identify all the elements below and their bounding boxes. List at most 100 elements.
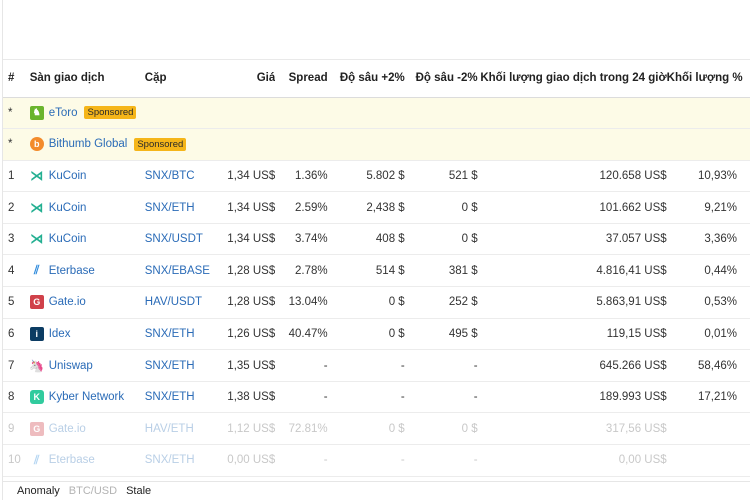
pair-link[interactable]: HAV/ETH — [145, 423, 194, 435]
exchange-cell: K Kyber Network — [29, 381, 145, 413]
row-rank: 10 — [8, 454, 21, 467]
depth-plus-cell: - — [400, 359, 405, 372]
header-volume-24h[interactable]: Khối lượng giao dịch trong 24 giờ — [478, 60, 666, 97]
depth-minus-cell: - — [473, 391, 478, 404]
pair-cell: SNX/ETH — [145, 350, 217, 382]
volume-pct-cell: 58,46% — [697, 359, 737, 372]
volume-cell: 645.266 US$ — [599, 359, 667, 372]
spread-cell: 2.78% — [295, 264, 328, 277]
pair-link[interactable]: SNX/ETH — [145, 454, 195, 466]
spread-cell: - — [323, 454, 328, 467]
price-cell: 1,12 US$ — [227, 422, 276, 435]
spread-cell: - — [323, 391, 328, 404]
pair-cell: HAV/ETH — [145, 413, 217, 445]
header-pair[interactable]: Cặp — [145, 60, 217, 97]
price-cell: 1,28 US$ — [227, 264, 276, 277]
depth-plus-cell: - — [400, 454, 405, 467]
volume-pct-cell: 9,21% — [704, 201, 737, 214]
exchange-link[interactable]: KuCoin — [49, 170, 87, 182]
table-row[interactable]: 8 K Kyber Network SNX/ETH 1,38 US$ - - - … — [3, 381, 750, 413]
exchange-link[interactable]: Gate.io — [49, 296, 86, 308]
exchange-link[interactable]: Gate.io — [49, 423, 86, 435]
exchange-cell: b Bithumb Global Sponsored — [29, 137, 750, 152]
price-cell: 1,34 US$ — [227, 169, 276, 182]
depth-minus-cell: 252 $ — [448, 296, 478, 309]
markets-table: # Sàn giao dịch Cặp Giá Spread Độ sâu +2… — [3, 60, 750, 477]
exchange-link[interactable]: Uniswap — [49, 360, 93, 372]
table-row[interactable]: 3 ⋊ KuCoin SNX/USDT 1,34 US$ 3.74% 408 $ … — [3, 223, 750, 255]
table-row-stale[interactable]: 9 G Gate.io HAV/ETH 1,12 US$ 72.81% 0 $ 0… — [3, 413, 750, 445]
exchange-link[interactable]: Eterbase — [49, 454, 95, 466]
pair-cell: SNX/ETH — [145, 318, 217, 350]
volume-cell: 120.658 US$ — [599, 169, 667, 182]
pair-link[interactable]: SNX/ETH — [145, 360, 195, 372]
header-depth-plus[interactable]: Độ sâu +2% — [328, 60, 405, 97]
table-row[interactable]: 5 G Gate.io HAV/USDT 1,28 US$ 13.04% 0 $ … — [3, 287, 750, 319]
pair-cell: SNX/BTC — [145, 160, 217, 192]
spread-cell: 13.04% — [288, 296, 328, 309]
spread-cell: 3.74% — [295, 233, 328, 246]
table-row-stale[interactable]: 10 ⫽ Eterbase SNX/ETH 0,00 US$ - - - 0,00… — [3, 445, 750, 477]
depth-minus-cell: - — [473, 454, 478, 467]
pair-link[interactable]: SNX/ETH — [145, 202, 195, 214]
pair-link[interactable]: SNX/BTC — [145, 170, 195, 182]
depth-plus-cell: - — [400, 391, 405, 404]
pair-link[interactable]: SNX/EBASE — [145, 265, 210, 277]
volume-pct-cell: 0,44% — [704, 264, 737, 277]
exchange-cell: ⫽ Eterbase — [30, 255, 145, 287]
sponsored-row[interactable]: * b Bithumb Global Sponsored — [3, 128, 750, 161]
header-depth-minus[interactable]: Độ sâu -2% — [405, 60, 478, 97]
header-spread[interactable]: Spread — [275, 60, 328, 97]
legend-stale[interactable]: Stale — [126, 485, 151, 497]
exchange-cell: ⫽ Eterbase — [30, 445, 145, 477]
table-row[interactable]: 1 ⋊ KuCoin SNX/BTC 1,34 US$ 1.36% 5.802 $… — [3, 160, 750, 192]
legend-anomaly[interactable]: Anomaly — [17, 485, 60, 497]
row-rank: 8 — [8, 391, 15, 404]
bithumb-logo-icon: b — [29, 137, 44, 152]
pair-link[interactable]: SNX/ETH — [145, 391, 195, 403]
price-cell: 1,34 US$ — [227, 233, 276, 246]
header-volume-pct[interactable]: Khối lượng % — [667, 60, 750, 97]
exchange-link-etoro[interactable]: eToro — [49, 107, 78, 119]
exchange-link-bithumb-global[interactable]: Bithumb Global — [49, 138, 128, 150]
price-cell: 0,00 US$ — [227, 454, 276, 467]
spread-cell: - — [323, 359, 328, 372]
pair-link[interactable]: SNX/ETH — [145, 328, 195, 340]
table-row[interactable]: 7 🦄 Uniswap SNX/ETH 1,35 US$ - - - 645.26… — [3, 350, 750, 382]
depth-minus-cell: 521 $ — [448, 169, 478, 182]
volume-cell: 0,00 US$ — [618, 454, 667, 467]
volume-pct-cell: 3,36% — [704, 233, 737, 246]
exchange-link[interactable]: Kyber Network — [49, 391, 124, 403]
volume-pct-cell — [667, 413, 750, 445]
depth-plus-cell: 0 $ — [388, 327, 405, 340]
table-row[interactable]: 6 i Idex SNX/ETH 1,26 US$ 40.47% 0 $ 495 … — [3, 318, 750, 350]
eterbase-logo-icon: ⫽ — [34, 263, 40, 278]
sponsored-row[interactable]: * ♞ eToro Sponsored — [3, 97, 750, 129]
price-cell: 1,34 US$ — [227, 201, 276, 214]
depth-plus-cell: 408 $ — [375, 233, 405, 246]
exchange-link[interactable]: Eterbase — [49, 265, 95, 277]
pair-cell: SNX/ETH — [145, 445, 217, 477]
table-row[interactable]: 4 ⫽ Eterbase SNX/EBASE 1,28 US$ 2.78% 514… — [3, 255, 750, 287]
depth-minus-cell: 0 $ — [461, 201, 478, 214]
pair-link[interactable]: SNX/USDT — [145, 233, 203, 245]
exchange-link[interactable]: KuCoin — [49, 202, 87, 214]
depth-plus-cell: 5.802 $ — [366, 169, 405, 182]
price-cell: 1,26 US$ — [227, 327, 276, 340]
header-rank[interactable]: # — [3, 60, 30, 97]
volume-pct-cell: 0,53% — [704, 296, 737, 309]
exchange-markets-panel: # Sàn giao dịch Cặp Giá Spread Độ sâu +2… — [2, 0, 750, 500]
exchange-link[interactable]: KuCoin — [49, 233, 87, 245]
header-price[interactable]: Giá — [217, 60, 276, 97]
volume-pct-cell: 17,21% — [697, 391, 737, 404]
exchange-link[interactable]: Idex — [49, 328, 71, 340]
table-row[interactable]: 2 ⋊ KuCoin SNX/ETH 1,34 US$ 2.59% 2,438 $… — [3, 192, 750, 224]
legend-footer: Anomaly BTC/USD Stale — [3, 481, 750, 500]
header-exchange[interactable]: Sàn giao dịch — [30, 60, 145, 97]
pair-link[interactable]: HAV/USDT — [145, 296, 202, 308]
row-rank: 4 — [8, 264, 15, 277]
volume-cell: 37.057 US$ — [605, 233, 667, 246]
row-rank: 1 — [8, 169, 15, 182]
row-rank: 2 — [8, 201, 15, 214]
legend-btc-usd[interactable]: BTC/USD — [69, 485, 117, 497]
